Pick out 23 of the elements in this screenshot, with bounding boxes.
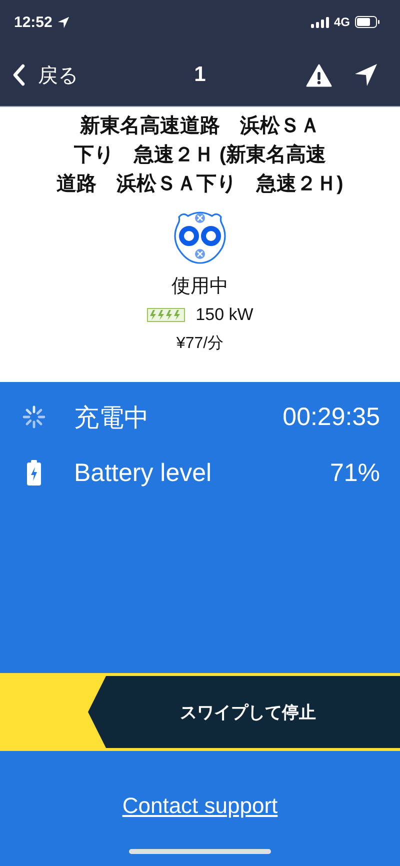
location-arrow-icon <box>57 16 70 28</box>
session-label: 充電中 <box>74 402 150 434</box>
spinner-icon <box>22 405 46 429</box>
station-name-line: 新東名高速道路 浜松ＳＡ <box>80 114 320 139</box>
session-label: Battery level <box>74 458 213 488</box>
contact-support-link[interactable]: Contact support <box>122 793 278 819</box>
station-name-line: 下り 急速２Ｈ (新東名高速 <box>74 142 326 168</box>
power-output: 150 kW <box>196 305 254 325</box>
nav-title: 1 <box>194 63 206 87</box>
network-label: 4G <box>334 15 350 29</box>
price: ¥77/分 <box>176 334 224 354</box>
signal-icon <box>310 16 329 28</box>
station-name-line: 道路 浜松ＳＡ下り 急速２Ｈ) <box>56 172 344 197</box>
back-button[interactable]: 戻る <box>12 62 78 88</box>
power-level-icon <box>146 308 185 322</box>
navigate-arrow-icon[interactable] <box>354 63 378 87</box>
session-value: 00:29:35 <box>282 402 380 432</box>
status-time: 12:52 <box>14 14 52 30</box>
chevron-left-icon <box>12 64 26 86</box>
warning-icon[interactable] <box>306 64 332 86</box>
station-status: 使用中 <box>172 275 228 299</box>
session-value: 71% <box>330 458 380 488</box>
battery-icon <box>355 16 380 28</box>
